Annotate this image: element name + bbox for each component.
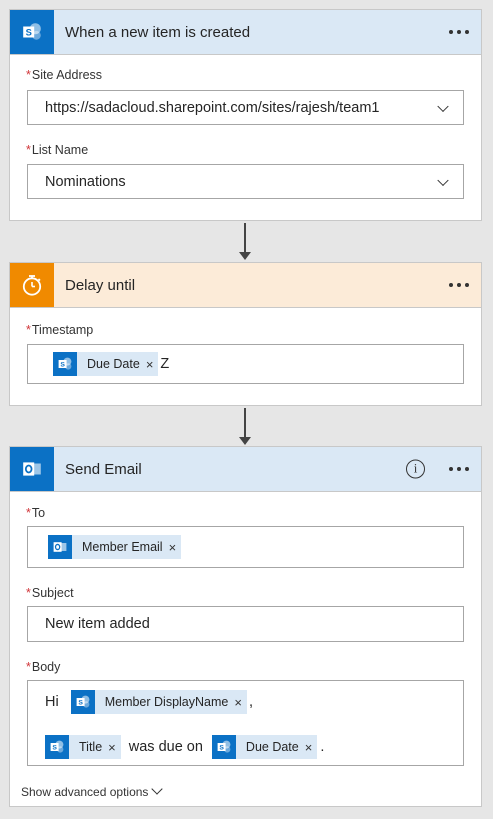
remove-token-icon[interactable]: ×	[305, 740, 318, 755]
timestamp-suffix: Z	[160, 356, 170, 372]
sharepoint-icon	[211, 735, 236, 759]
timer-icon	[10, 263, 54, 307]
site-address-value: https://sadacloud.sharepoint.com/sites/r…	[45, 99, 380, 116]
site-address-label: *Site Address	[26, 68, 103, 82]
chevron-down-icon	[151, 783, 164, 795]
body-period: .	[320, 739, 325, 755]
info-icon[interactable]: i	[406, 459, 425, 479]
member-displayname-token[interactable]: Member DisplayName ×	[70, 690, 247, 714]
body-comma: ,	[248, 694, 253, 710]
outlook-icon	[10, 447, 54, 491]
connector-arrow	[239, 223, 251, 260]
site-address-dropdown[interactable]: https://sadacloud.sharepoint.com/sites/r…	[27, 90, 464, 125]
due-date-token[interactable]: Due Date ×	[211, 735, 318, 759]
send-email-card-header[interactable]: Send Email i	[10, 447, 481, 492]
token-label: Member DisplayName	[104, 695, 229, 709]
remove-token-icon[interactable]: ×	[146, 357, 159, 372]
send-email-title: Send Email	[65, 460, 142, 478]
remove-token-icon[interactable]: ×	[108, 740, 121, 755]
token-label: Member Email	[82, 540, 163, 554]
trigger-title: When a new item is created	[65, 23, 251, 41]
more-options-icon[interactable]	[449, 467, 469, 471]
show-advanced-options-link[interactable]: Show advanced options	[21, 783, 164, 799]
delay-card: Delay until *Timestamp Due Date × Z	[9, 262, 482, 406]
sharepoint-icon	[10, 10, 54, 54]
more-options-icon[interactable]	[449, 30, 469, 34]
connector-arrow	[239, 408, 251, 445]
token-label: Due Date	[245, 740, 299, 754]
title-token[interactable]: Title ×	[45, 735, 121, 759]
subject-value: New item added	[45, 616, 150, 632]
chevron-down-icon[interactable]	[437, 174, 449, 186]
sharepoint-icon	[45, 735, 69, 759]
token-label: Title	[79, 740, 103, 754]
trigger-card: When a new item is created *Site Address…	[9, 9, 482, 221]
outlook-icon	[48, 535, 72, 559]
token-label: Due Date	[87, 357, 140, 371]
due-date-token[interactable]: Due Date ×	[53, 352, 159, 376]
delay-title: Delay until	[65, 276, 136, 294]
body-label: *Body	[26, 660, 61, 674]
body-middle-text: was due on	[128, 739, 203, 755]
remove-token-icon[interactable]: ×	[234, 695, 247, 710]
remove-token-icon[interactable]: ×	[169, 540, 182, 555]
trigger-card-header[interactable]: When a new item is created	[10, 10, 481, 55]
body-greeting: Hi	[45, 694, 59, 710]
chevron-down-icon[interactable]	[437, 100, 449, 112]
list-name-dropdown[interactable]: Nominations	[27, 164, 464, 199]
body-input[interactable]: Hi Member DisplayName × , Title × was du…	[27, 680, 464, 766]
list-name-label: *List Name	[26, 143, 89, 157]
to-label: *To	[26, 506, 46, 520]
subject-input[interactable]: New item added	[27, 606, 464, 642]
to-input[interactable]: Member Email ×	[27, 526, 464, 568]
sharepoint-icon	[70, 690, 95, 714]
subject-label: *Subject	[26, 586, 74, 600]
timestamp-input[interactable]: Due Date × Z	[27, 344, 464, 384]
advanced-options-label: Show advanced options	[21, 785, 149, 799]
timestamp-label: *Timestamp	[26, 323, 94, 337]
send-email-card: Send Email i *To Member Email × *Subject…	[9, 446, 482, 807]
member-email-token[interactable]: Member Email ×	[48, 535, 182, 559]
more-options-icon[interactable]	[449, 283, 469, 287]
list-name-value: Nominations	[45, 173, 126, 190]
sharepoint-icon	[53, 352, 77, 376]
delay-card-header[interactable]: Delay until	[10, 263, 481, 308]
